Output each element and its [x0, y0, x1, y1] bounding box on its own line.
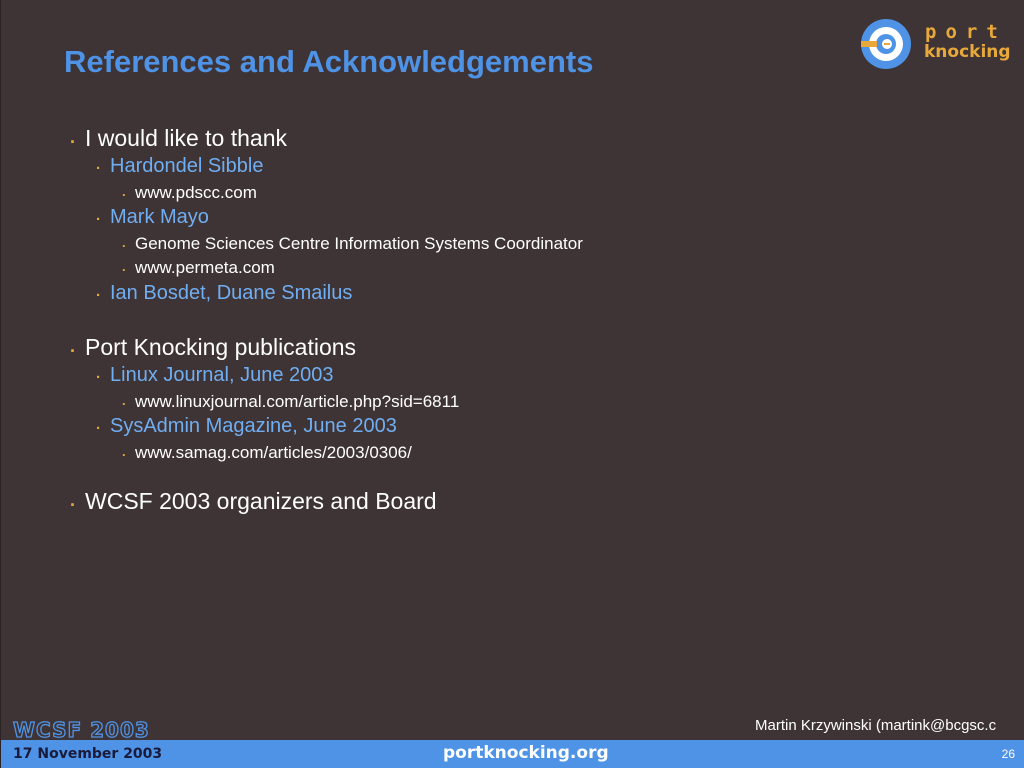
bullet-text: www.samag.com/articles/2003/0306/ — [135, 443, 412, 462]
bullet-item-level-2: . Hardondel Sibble — [96, 155, 264, 178]
bullet-item-level-3: . www.permeta.com — [122, 258, 275, 278]
bullet-dot: . — [70, 127, 76, 147]
bullet-dot: . — [70, 490, 76, 510]
bullet-dot: . — [122, 393, 126, 408]
bullet-item-level-1: . I would like to thank — [70, 125, 288, 152]
bullet-item-level-3: . Genome Sciences Centre Information Sys… — [122, 234, 583, 254]
bullet-text: SysAdmin Magazine, June 2003 — [110, 415, 397, 437]
bullet-dot: . — [122, 235, 126, 250]
bullet-item-level-2: . Linux Journal, June 2003 — [96, 364, 334, 387]
bullet-item-level-3: . www.samag.com/articles/2003/0306/ — [122, 443, 412, 463]
author-credit: Martin Krzywinski (martink@bcgsc.c — [755, 717, 997, 734]
bullet-item-level-3: . www.linuxjournal.com/article.php?sid=6… — [122, 392, 460, 412]
logo-text-knocking: knocking — [924, 42, 1011, 62]
bullet-item-level-2: . SysAdmin Magazine, June 2003 — [96, 415, 397, 438]
bullet-item-level-1: . Port Knocking publications — [70, 334, 357, 361]
bullet-dot: . — [122, 184, 126, 199]
bullet-dot: . — [96, 283, 101, 300]
footer-site: portknocking.org — [443, 743, 609, 763]
bullet-text: I would like to thank — [85, 125, 288, 151]
port-knocking-logo-icon — [861, 19, 911, 69]
bullet-dot: . — [122, 259, 126, 274]
bullet-dot: . — [70, 336, 76, 356]
bullet-dot: . — [96, 365, 101, 382]
bullet-text: WCSF 2003 organizers and Board — [85, 488, 437, 514]
logo-text-port: port — [925, 21, 1007, 43]
bullet-item-level-3: . www.pdscc.com — [122, 183, 257, 203]
bullet-dot: . — [96, 416, 101, 433]
bullet-item-level-2: . Ian Bosdet, Duane Smailus — [96, 282, 353, 305]
bullet-text: Hardondel Sibble — [110, 155, 264, 177]
bullet-dot: . — [96, 156, 101, 173]
bullet-text: Port Knocking publications — [85, 334, 357, 360]
bullet-text: Mark Mayo — [110, 206, 209, 228]
bullet-text: www.permeta.com — [135, 258, 275, 277]
conference-name: WCSF 2003 — [12, 717, 150, 742]
footer-bar: 17 November 2003 portknocking.org 26 — [1, 740, 1024, 768]
bullet-text: www.pdscc.com — [135, 183, 257, 202]
bullet-dot: . — [122, 444, 126, 459]
footer-date: 17 November 2003 — [13, 746, 163, 762]
bullet-item-level-1: . WCSF 2003 organizers and Board — [70, 488, 437, 515]
bullet-text: Linux Journal, June 2003 — [110, 364, 334, 386]
bullet-text: Genome Sciences Centre Information Syste… — [135, 234, 583, 253]
bullet-text: www.linuxjournal.com/article.php?sid=681… — [135, 392, 460, 411]
slide: References and Acknowledgements port kno… — [0, 0, 1024, 768]
page-number: 26 — [1001, 747, 1015, 761]
bullet-item-level-2: . Mark Mayo — [96, 206, 209, 229]
bullet-dot: . — [96, 207, 101, 224]
slide-title: References and Acknowledgements — [64, 44, 594, 79]
bullet-text: Ian Bosdet, Duane Smailus — [110, 282, 353, 304]
port-knocking-logo: port knocking — [860, 18, 1015, 70]
